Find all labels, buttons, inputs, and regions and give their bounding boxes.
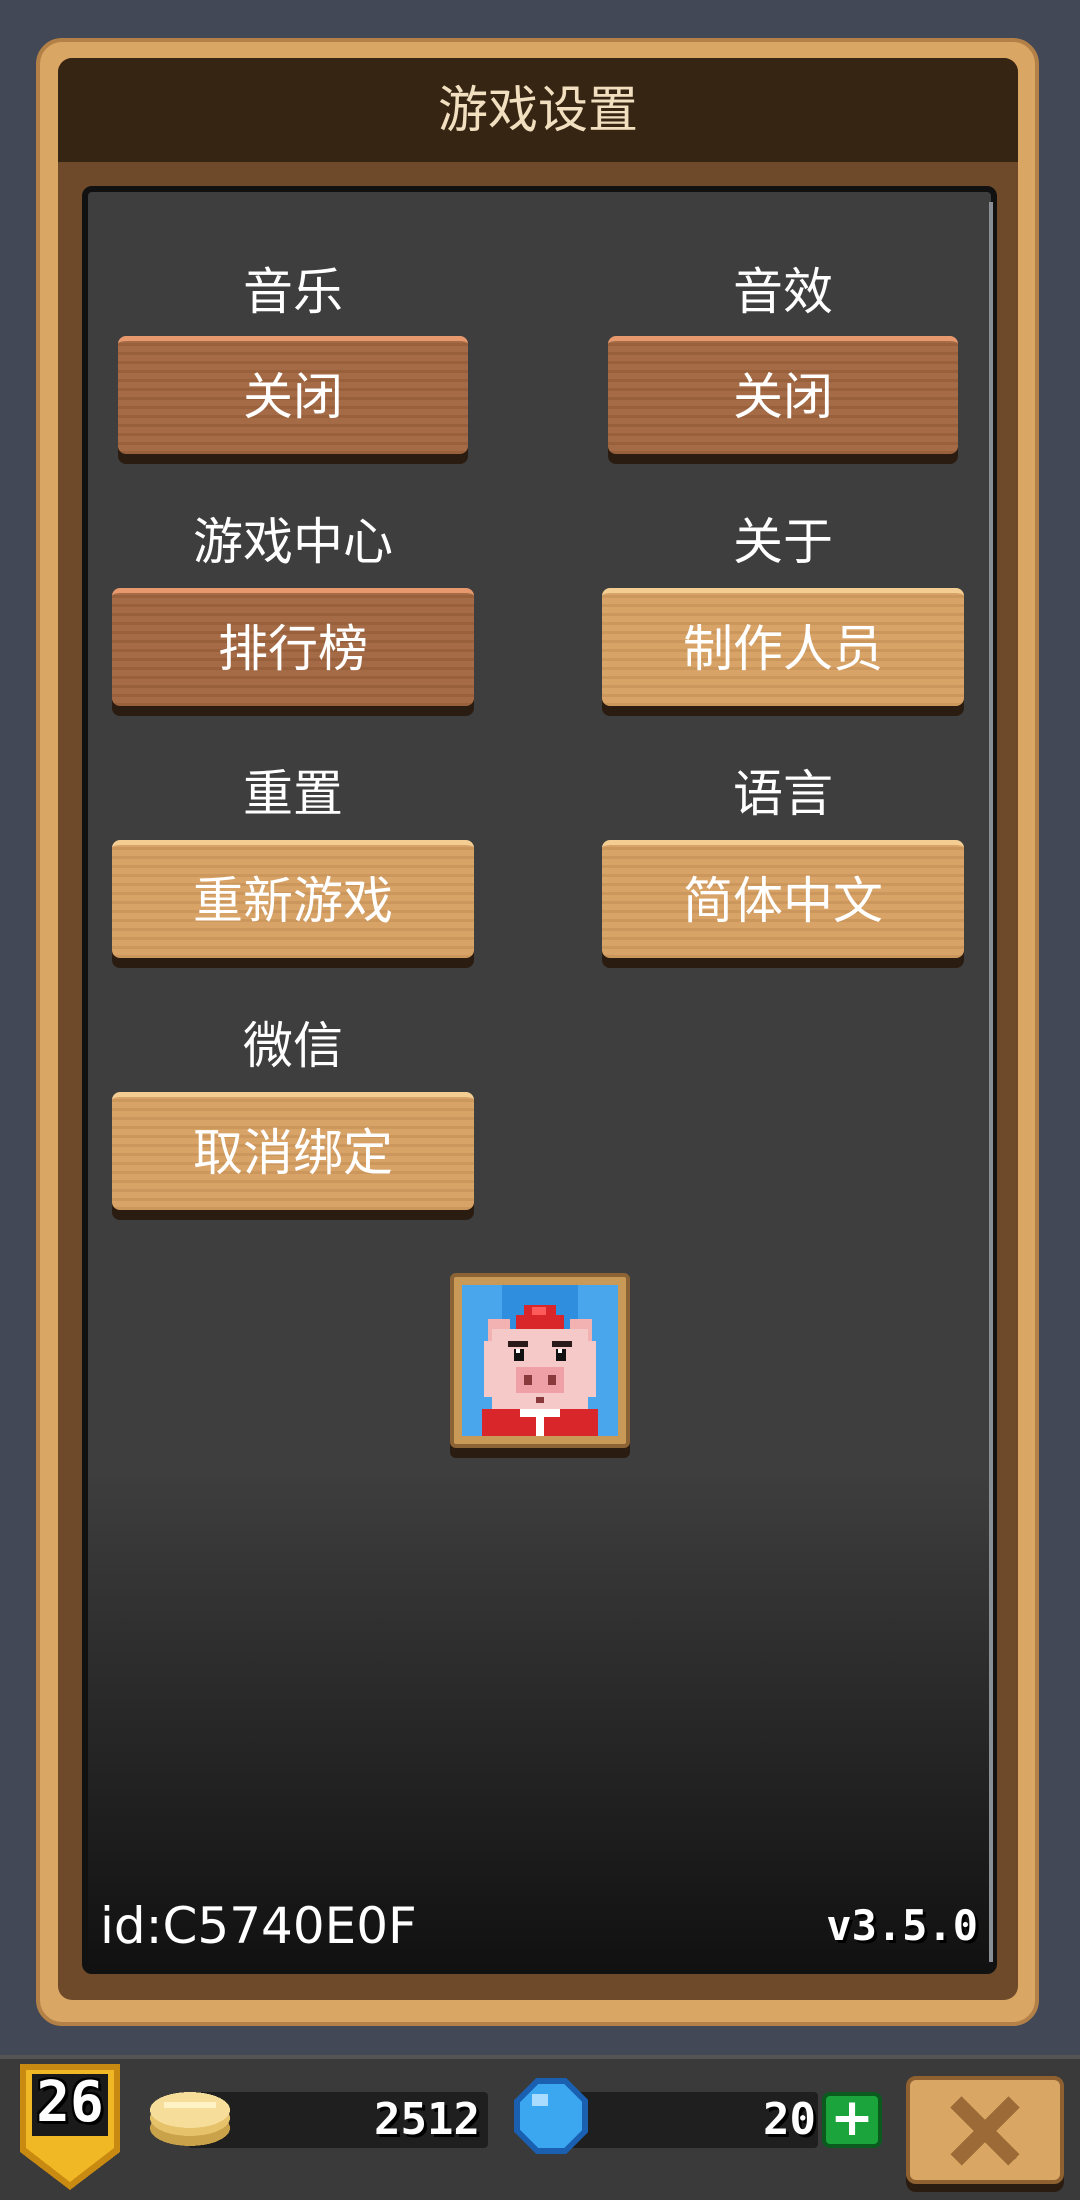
credits-button[interactable]: 制作人员 [602,588,964,706]
version-label: v3.5.0 [826,1901,978,1950]
sound-effects-label: 音效 [733,263,833,321]
game-center-label: 游戏中心 [193,513,393,571]
language-label: 语言 [733,765,833,823]
language-select-button[interactable]: 简体中文 [602,840,964,958]
sound-effects-toggle-button[interactable]: 关闭 [608,336,958,454]
close-button[interactable] [906,2076,1064,2184]
blue-gem-icon [512,2076,590,2156]
close-x-icon [950,2096,1020,2166]
coin-count: 2512 [374,2094,480,2145]
settings-content-area [82,186,997,1974]
pig-avatar-icon [462,1285,618,1436]
add-gems-button[interactable]: + [822,2092,882,2148]
level-value: 26 [36,2070,104,2135]
coin-stack-icon [148,2088,232,2148]
music-toggle-button[interactable]: 关闭 [118,336,468,454]
avatar-button[interactable] [450,1273,630,1448]
wechat-label: 微信 [243,1017,343,1075]
about-label: 关于 [733,513,833,571]
leaderboard-button[interactable]: 排行榜 [112,588,474,706]
restart-game-button[interactable]: 重新游戏 [112,840,474,958]
reset-label: 重置 [243,765,343,823]
gem-count: 20 [763,2094,816,2145]
panel-title: 游戏设置 [438,81,638,139]
unbind-wechat-button[interactable]: 取消绑定 [112,1092,474,1210]
music-label: 音乐 [243,263,343,321]
user-id: id:C5740E0F [100,1897,417,1955]
